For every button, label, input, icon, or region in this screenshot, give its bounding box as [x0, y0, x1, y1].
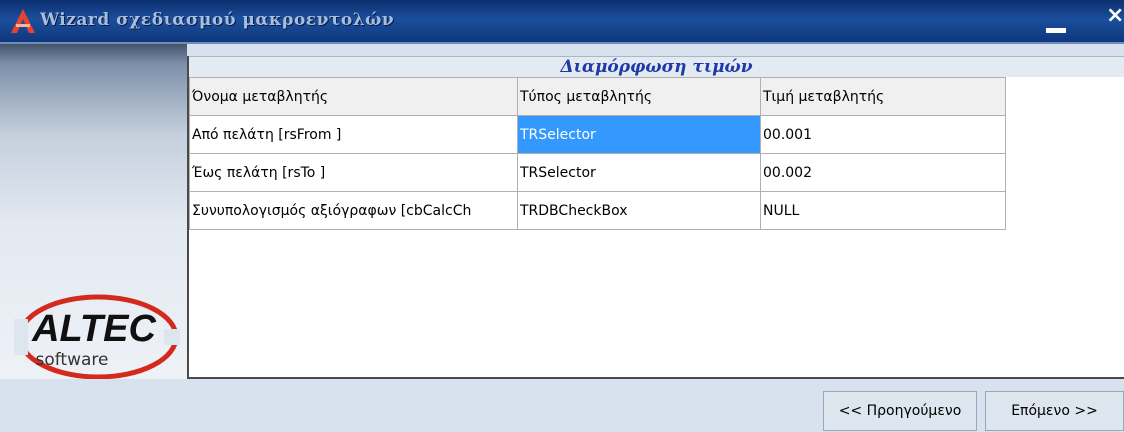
- next-button[interactable]: Επόμενο >>: [985, 391, 1124, 431]
- window-title: Wizard σχεδιασμού μακροεντολών: [40, 10, 395, 30]
- close-icon: ×: [1106, 3, 1124, 28]
- table-header-row: Όνομα μεταβλητής Τύπος μεταβλητής Τιμή μ…: [189, 77, 1006, 116]
- cell-variable-name[interactable]: Έως πελάτη [rsTo ]: [189, 153, 518, 192]
- svg-text:software: software: [35, 350, 108, 370]
- variables-grid[interactable]: Όνομα μεταβλητής Τύπος μεταβλητής Τιμή μ…: [189, 77, 1006, 230]
- section-title: Διαμόρφωση τιμών: [560, 57, 753, 77]
- table-row[interactable]: Έως πελάτη [rsTo ] TRSelector 00.002: [189, 153, 1006, 192]
- cell-variable-name[interactable]: Συνυπολογισμός αξιόγραφων [cbCalcCh: [189, 191, 518, 230]
- column-header-name[interactable]: Όνομα μεταβλητής: [189, 77, 518, 116]
- svg-text:ALTEC: ALTEC: [31, 308, 156, 350]
- cell-variable-type[interactable]: TRDBCheckBox: [517, 191, 761, 230]
- previous-button[interactable]: << Προηγούμενο: [823, 391, 977, 431]
- table-row[interactable]: Συνυπολογισμός αξιόγραφων [cbCalcCh TRDB…: [189, 191, 1006, 230]
- cell-variable-value[interactable]: 00.001: [760, 115, 1006, 154]
- altec-a-icon: [11, 9, 35, 33]
- column-header-value[interactable]: Τιμή μεταβλητής: [760, 77, 1006, 116]
- cell-variable-name[interactable]: Από πελάτη [rsFrom ]: [189, 115, 518, 154]
- title-bar[interactable]: Wizard σχεδιασμού μακροεντολών ×: [0, 0, 1124, 44]
- table-row[interactable]: Από πελάτη [rsFrom ] TRSelector 00.001: [189, 115, 1006, 154]
- cell-variable-value[interactable]: NULL: [760, 191, 1006, 230]
- section-header: Διαμόρφωση τιμών: [189, 56, 1124, 77]
- cell-variable-value[interactable]: 00.002: [760, 153, 1006, 192]
- cell-variable-type[interactable]: TRSelector: [517, 115, 761, 154]
- column-header-type[interactable]: Τύπος μεταβλητής: [517, 77, 761, 116]
- minimize-button[interactable]: [1044, 8, 1072, 34]
- cell-variable-type[interactable]: TRSelector: [517, 153, 761, 192]
- altec-software-logo: ALTEC software: [14, 294, 180, 380]
- wizard-side-panel: ALTEC software: [0, 44, 187, 380]
- close-button[interactable]: ×: [1106, 3, 1124, 29]
